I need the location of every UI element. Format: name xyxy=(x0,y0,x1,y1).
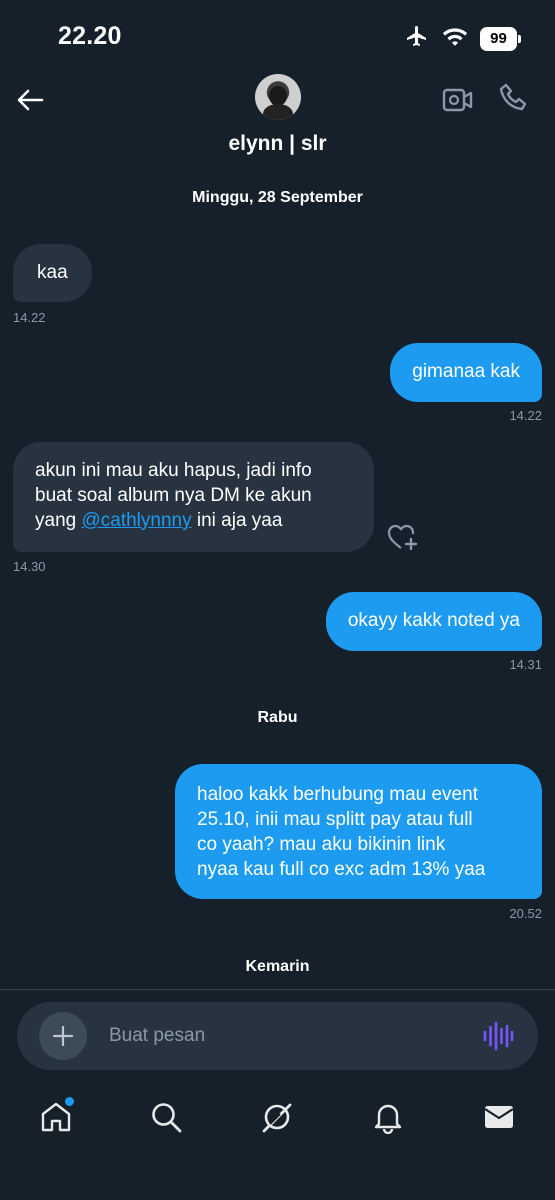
nav-messages[interactable] xyxy=(479,1097,519,1137)
nav-grok[interactable] xyxy=(257,1097,297,1137)
wifi-icon xyxy=(442,25,468,52)
phone-call-button[interactable] xyxy=(498,82,530,114)
bell-icon xyxy=(374,1104,402,1134)
message-text-line: akun ini mau aku hapus, jadi info xyxy=(35,460,312,481)
message-text-line: co yaah? mau aku bikinin link xyxy=(197,834,446,855)
message-text-line: haloo kakk berhubung mau event xyxy=(197,784,478,805)
battery-level: 99 xyxy=(490,30,507,47)
nav-notifications[interactable] xyxy=(368,1097,408,1137)
message-incoming[interactable]: akun ini mau aku hapus, jadi info buat s… xyxy=(13,442,374,552)
message-outgoing[interactable]: okayy kakk noted ya xyxy=(325,592,542,651)
message-outgoing[interactable]: gimanaa kak xyxy=(390,343,542,402)
divider xyxy=(0,989,555,990)
date-separator: Rabu xyxy=(257,709,298,726)
status-time: 22.20 xyxy=(58,22,122,50)
message-timestamp: 14.22 xyxy=(13,310,46,325)
heart-plus-icon xyxy=(387,524,418,551)
message-text-line: buat soal album nya DM ke akun xyxy=(35,485,312,506)
react-button[interactable] xyxy=(387,522,419,552)
phone-icon xyxy=(499,83,527,111)
date-separator: Minggu, 28 September xyxy=(192,189,363,206)
date-separator: Kemarin xyxy=(245,958,310,975)
airplane-icon xyxy=(404,24,430,53)
message-timestamp: 14.22 xyxy=(509,408,542,423)
plus-icon xyxy=(52,1025,74,1047)
voice-message-button[interactable] xyxy=(481,1019,515,1053)
nav-search[interactable] xyxy=(146,1097,186,1137)
video-call-button[interactable] xyxy=(442,84,474,116)
add-attachment-button[interactable] xyxy=(39,1012,87,1060)
message-timestamp: 14.31 xyxy=(509,657,542,672)
bottom-navigation xyxy=(0,1085,555,1155)
message-text-line: nyaa kau full co exc adm 13% yaa xyxy=(197,859,486,880)
message-text-line: 25.10, inii mau splitt pay atau full xyxy=(197,809,473,830)
message-input[interactable] xyxy=(109,1016,459,1056)
arrow-left-icon xyxy=(17,89,44,111)
mention-link[interactable]: @cathlynnny xyxy=(81,510,191,531)
message-text: kaa xyxy=(37,262,68,283)
search-icon xyxy=(152,1103,182,1133)
message-text: ini aja yaa xyxy=(191,510,283,531)
conversation-header: elynn | slr xyxy=(0,72,555,172)
mail-icon xyxy=(484,1106,514,1128)
message-text: gimanaa kak xyxy=(412,361,520,382)
contact-name[interactable]: elynn | slr xyxy=(0,132,555,156)
message-text: yang xyxy=(35,510,82,531)
battery-indicator: 99 xyxy=(480,26,521,51)
notification-dot xyxy=(65,1097,74,1106)
message-text: okayy kakk noted ya xyxy=(347,610,520,631)
message-timestamp: 20.52 xyxy=(509,906,542,921)
avatar[interactable] xyxy=(255,74,301,120)
video-camera-icon xyxy=(442,88,473,112)
back-button[interactable] xyxy=(14,84,46,116)
voice-waveform-icon xyxy=(483,1021,514,1051)
message-text-line: yang @cathlynnny ini aja yaa xyxy=(35,508,352,533)
nav-home[interactable] xyxy=(36,1097,76,1137)
message-composer xyxy=(17,1002,538,1070)
grok-icon xyxy=(262,1103,292,1133)
message-timestamp: 14.30 xyxy=(13,559,46,574)
status-icons: 99 xyxy=(404,24,521,53)
status-bar: 22.20 99 xyxy=(0,0,555,72)
message-outgoing[interactable]: haloo kakk berhubung mau event 25.10, in… xyxy=(175,764,542,899)
message-incoming[interactable]: kaa xyxy=(13,244,92,302)
